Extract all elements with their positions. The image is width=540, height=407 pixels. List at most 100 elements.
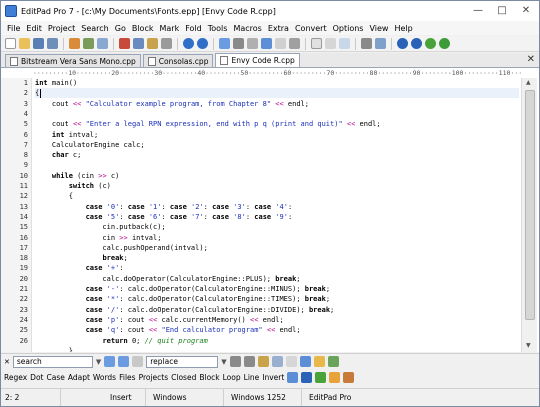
search-option-case[interactable]: Case [46,373,64,382]
minimize-icon[interactable]: — [467,3,489,17]
search-option-dot[interactable]: Dot [30,373,43,382]
search-run-icon[interactable] [343,372,355,383]
code-line[interactable]: case '+': [35,263,124,273]
status-encoding[interactable]: Windows 1252 [227,389,302,406]
maximize-icon[interactable]: □ [491,3,513,17]
code-line[interactable]: case 'p': cout << calc.currentMemory() <… [35,315,284,325]
word-wrap-icon[interactable] [311,38,322,49]
search-option-loop[interactable]: Loop [223,373,241,382]
code-line[interactable]: calc.doOperator(CalculatorEngine::PLUS);… [35,274,300,284]
code-line[interactable]: switch (c) [35,181,111,191]
menu-edit[interactable]: Edit [23,24,45,33]
code-line[interactable]: case '5': case '6': case '7': case '8': … [35,212,293,222]
code-line[interactable]: case '/': calc.doOperator(CalculatorEngi… [35,305,335,315]
replace-in-files-icon[interactable] [257,356,269,367]
find-icon[interactable] [219,38,230,49]
scroll-up-icon[interactable]: ▲ [526,79,531,86]
menu-project[interactable]: Project [45,24,78,33]
code-line[interactable]: cin >> intval; [35,233,161,243]
menu-view[interactable]: View [366,24,391,33]
code-line[interactable]: while (cin >> c) [35,171,119,181]
code-line[interactable]: return 0; // quit program [35,336,207,346]
undo-icon[interactable] [183,38,194,49]
search-mark-icon[interactable] [327,356,339,367]
line-numbers-icon[interactable] [325,38,336,49]
code-line[interactable]: int main() [35,78,77,88]
code-line[interactable]: calc.pushOperand(intval); [35,243,207,253]
search-option-words[interactable]: Words [93,373,116,382]
search-scope-icon[interactable] [287,372,299,383]
save-all-icon[interactable] [47,38,58,49]
search-clear-icon[interactable]: ✕ [4,358,10,366]
search-funnel-icon[interactable] [329,372,341,383]
code-line[interactable]: } [35,346,73,352]
search-history-icon[interactable] [285,356,297,367]
code-text[interactable]: int main(){ cout << "Calculator example … [35,78,519,352]
search-option-line[interactable]: Line [244,373,260,382]
replace-history-dropdown-icon[interactable]: ▼ [221,358,226,366]
delete-icon[interactable] [161,38,172,49]
close-tab-icon[interactable]: ✕ [527,54,535,65]
macro-play-icon[interactable] [411,38,422,49]
search-panel-icon[interactable] [247,38,258,49]
code-line[interactable]: int intval; [35,130,98,140]
replace-all-icon[interactable] [243,356,255,367]
search-option-adapt[interactable]: Adapt [68,373,90,382]
status-line-breaks[interactable]: Windows [149,389,224,406]
menu-macros[interactable]: Macros [230,24,264,33]
menu-help[interactable]: Help [391,24,415,33]
search-option-regex[interactable]: Regex [4,373,27,382]
search-option-files[interactable]: Files [119,373,135,382]
menu-mark[interactable]: Mark [156,24,182,33]
replace-input[interactable]: replace [146,355,219,368]
search-folder-icon[interactable] [299,356,311,367]
replace-next-icon[interactable] [229,356,241,367]
menu-file[interactable]: File [4,24,23,33]
status-insert-mode[interactable]: Insert [106,389,146,406]
search-target-icon[interactable] [301,372,313,383]
find-next-icon[interactable] [104,356,116,367]
scroll-down-icon[interactable]: ▼ [526,342,531,349]
code-line[interactable]: case '-': calc.doOperator(CalculatorEngi… [35,284,330,294]
search-history-dropdown-icon[interactable]: ▼ [96,358,101,366]
code-line[interactable]: break; [35,253,127,263]
replace-icon[interactable] [233,38,244,49]
search-option-block[interactable]: Block [199,373,219,382]
font-icon[interactable] [361,38,372,49]
search-filter-icon[interactable] [315,372,327,383]
new-file-icon[interactable] [5,38,16,49]
code-line[interactable]: case '0': case '1': case '2': case '3': … [35,202,293,212]
close-window-icon[interactable]: ✕ [515,3,537,17]
file-tab[interactable]: Consolas.cpp [142,54,214,67]
menu-search[interactable]: Search [78,24,111,33]
search-options-icon[interactable] [132,356,144,367]
menu-block[interactable]: Block [129,24,157,33]
search-input[interactable]: search [12,355,93,368]
code-line[interactable]: { [35,191,73,201]
menu-options[interactable]: Options [330,24,367,33]
search-option-projects[interactable]: Projects [139,373,169,382]
vertical-scrollbar[interactable]: ▲ ▼ [521,78,537,352]
save-icon[interactable] [33,38,44,49]
copy-icon[interactable] [133,38,144,49]
search-block-icon[interactable] [271,356,283,367]
goto-icon[interactable] [261,38,272,49]
search-option-invert[interactable]: Invert [262,373,284,382]
ruler-icon[interactable] [289,38,300,49]
tools-icon[interactable] [425,38,436,49]
cut-icon[interactable] [119,38,130,49]
scrollbar-thumb[interactable] [525,90,535,320]
block-icon[interactable] [339,38,350,49]
close-file-icon[interactable] [83,38,94,49]
menu-fold[interactable]: Fold [182,24,205,33]
help-icon[interactable] [439,38,450,49]
redo-icon[interactable] [197,38,208,49]
code-line[interactable]: char c; [35,150,82,160]
menu-go[interactable]: Go [112,24,129,33]
open-folder-icon[interactable] [19,38,30,49]
file-tab[interactable]: Bitstream Vera Sans Mono.cpp [5,54,141,67]
code-line[interactable]: cin.putback(c); [35,222,165,232]
code-line[interactable]: CalculatorEngine calc; [35,140,145,150]
find-previous-icon[interactable] [118,356,130,367]
code-line[interactable]: { [35,88,519,99]
